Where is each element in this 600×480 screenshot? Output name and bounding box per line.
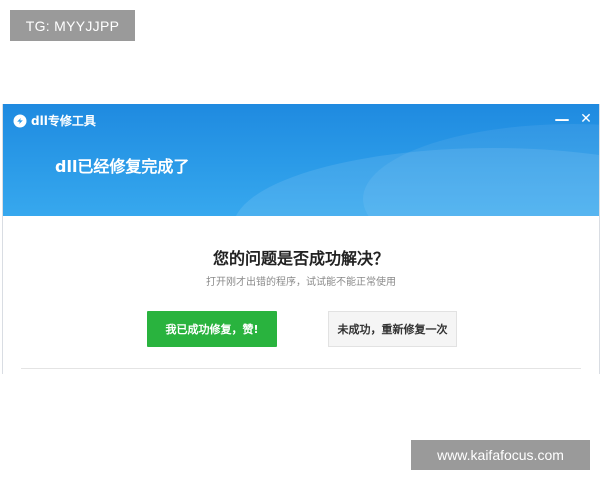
- dll-tool-logo-icon: [13, 114, 27, 128]
- header-banner: dll专修工具 — ✕ dll已经修复完成了: [3, 104, 599, 216]
- resolution-hint: 打开刚才出错的程序，试试能不能正常使用: [206, 277, 396, 288]
- minimize-button[interactable]: —: [553, 110, 571, 128]
- window-title: dll专修工具: [31, 114, 96, 128]
- banner-wave-decoration-2: [363, 124, 599, 216]
- repair-status-text: dll已经修复完成了: [55, 157, 190, 176]
- watermark-top-left: TG: MYYJJPP: [10, 10, 135, 41]
- repair-tool-window: dll专修工具 — ✕ dll已经修复完成了 您的问题是否成功解决？ 打开刚才出…: [2, 104, 600, 374]
- repaired-success-button[interactable]: 我已成功修复，赞!: [147, 311, 277, 347]
- footer-divider: [21, 368, 581, 369]
- watermark-bottom-right: www.kaifafocus.com: [411, 440, 590, 470]
- retry-repair-button[interactable]: 未成功，重新修复一次: [328, 311, 457, 347]
- close-button[interactable]: ✕: [577, 110, 595, 128]
- resolution-question: 您的问题是否成功解决？: [212, 249, 389, 268]
